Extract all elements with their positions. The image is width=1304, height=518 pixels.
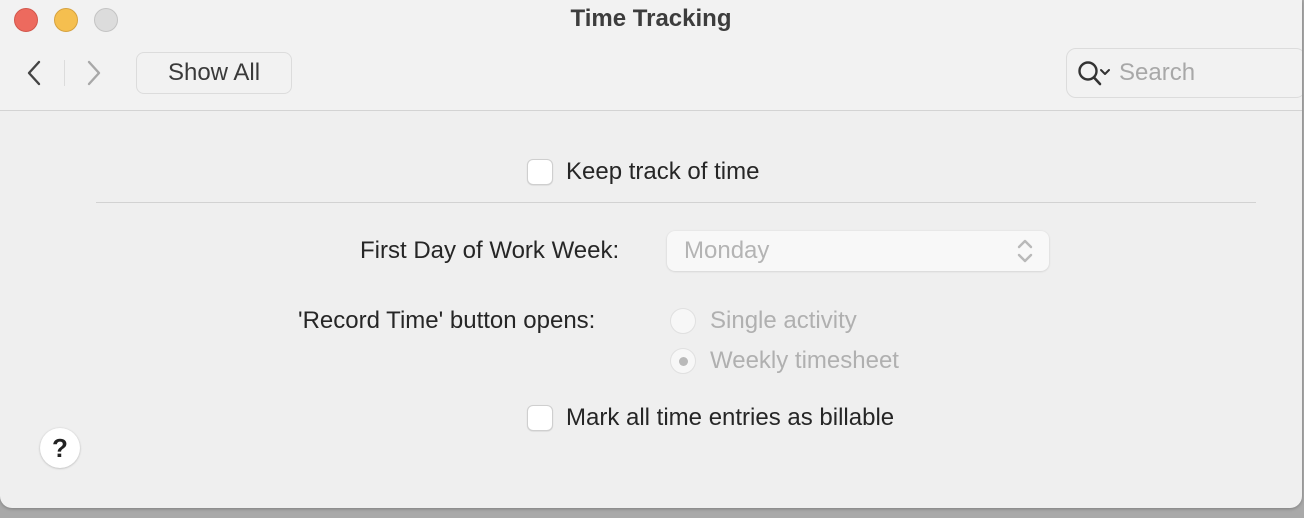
weekly-timesheet-label: Weekly timesheet xyxy=(710,347,899,374)
radio-single-activity[interactable] xyxy=(670,308,696,334)
first-day-label: First Day of Work Week: xyxy=(360,237,620,264)
show-all-button[interactable]: Show All xyxy=(136,52,292,94)
chevron-left-icon xyxy=(27,60,41,86)
chevron-up-down-icon xyxy=(1017,239,1033,263)
search-field[interactable] xyxy=(1066,48,1302,98)
section-divider xyxy=(96,202,1256,203)
search-input[interactable] xyxy=(1119,59,1289,87)
first-day-value: Monday xyxy=(684,237,770,264)
keep-track-checkbox[interactable] xyxy=(527,159,553,185)
billable-label: Mark all time entries as billable xyxy=(566,404,895,431)
nav-separator xyxy=(64,60,65,86)
radio-weekly-timesheet[interactable] xyxy=(670,348,696,374)
first-day-select[interactable]: Monday xyxy=(667,231,1049,271)
chevron-right-icon xyxy=(87,60,101,86)
window-title: Time Tracking xyxy=(570,5,732,32)
keep-track-label: Keep track of time xyxy=(566,158,760,185)
single-activity-label: Single activity xyxy=(710,307,857,334)
preferences-window: Time Tracking Show All Keep track of tim… xyxy=(0,0,1302,508)
toolbar: Time Tracking Show All xyxy=(0,0,1302,111)
forward-button[interactable] xyxy=(82,58,106,88)
billable-checkbox[interactable] xyxy=(527,405,553,431)
question-mark-icon: ? xyxy=(52,432,68,463)
radio-selected-dot xyxy=(679,357,688,366)
search-icon xyxy=(1078,61,1110,86)
record-time-label: 'Record Time' button opens: xyxy=(298,307,596,334)
help-button[interactable]: ? xyxy=(40,428,80,468)
back-button[interactable] xyxy=(22,58,46,88)
